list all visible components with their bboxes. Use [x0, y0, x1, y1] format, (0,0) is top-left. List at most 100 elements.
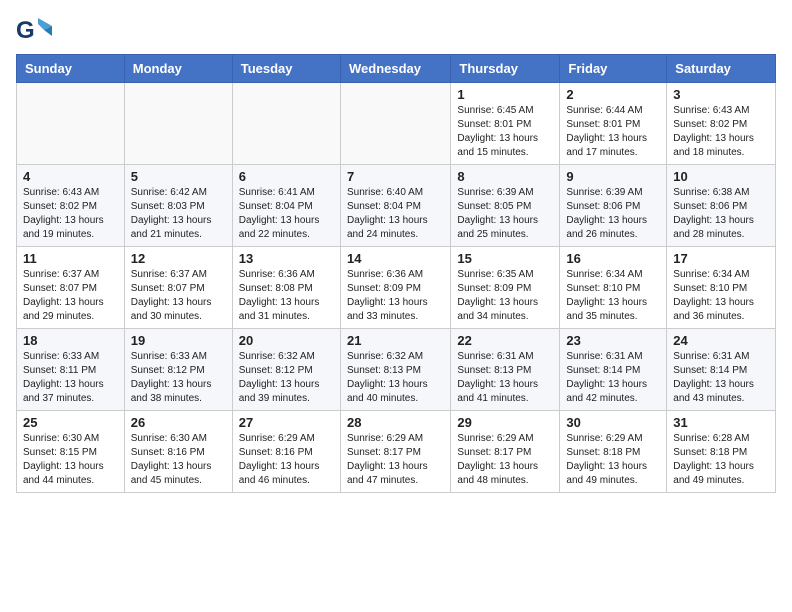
day-info: Sunrise: 6:41 AM Sunset: 8:04 PM Dayligh…: [239, 186, 334, 242]
logo-bird-icon: G: [16, 16, 52, 46]
day-info: Sunrise: 6:31 AM Sunset: 8:14 PM Dayligh…: [673, 350, 769, 406]
weekday-header-tuesday: Tuesday: [232, 55, 340, 83]
day-number: 28: [347, 415, 444, 430]
calendar-cell: [232, 83, 340, 165]
day-info: Sunrise: 6:44 AM Sunset: 8:01 PM Dayligh…: [566, 104, 660, 160]
day-number: 14: [347, 251, 444, 266]
day-info: Sunrise: 6:35 AM Sunset: 8:09 PM Dayligh…: [457, 268, 553, 324]
day-info: Sunrise: 6:34 AM Sunset: 8:10 PM Dayligh…: [566, 268, 660, 324]
calendar-cell: 3 Sunrise: 6:43 AM Sunset: 8:02 PM Daylig…: [667, 83, 776, 165]
calendar-cell: 9Sunrise: 6:39 AM Sunset: 8:06 PM Daylig…: [560, 165, 667, 247]
day-info: Sunrise: 6:39 AM Sunset: 8:06 PM Dayligh…: [566, 186, 660, 242]
weekday-header-saturday: Saturday: [667, 55, 776, 83]
day-info: Sunrise: 6:39 AM Sunset: 8:05 PM Dayligh…: [457, 186, 553, 242]
day-number: 31: [673, 415, 769, 430]
day-number: 13: [239, 251, 334, 266]
day-info: Sunrise: 6:29 AM Sunset: 8:17 PM Dayligh…: [457, 432, 553, 488]
calendar-cell: 6 Sunrise: 6:41 AM Sunset: 8:04 PM Daylig…: [232, 165, 340, 247]
calendar-cell: 22 Sunrise: 6:31 AM Sunset: 8:13 PM Dayli…: [451, 329, 560, 411]
day-info: Sunrise: 6:37 AM Sunset: 8:07 PM Dayligh…: [23, 268, 118, 324]
day-info: Sunrise: 6:43 AM Sunset: 8:02 PM Dayligh…: [23, 186, 118, 242]
day-number: 21: [347, 333, 444, 348]
week-row-4: 25Sunrise: 6:30 AM Sunset: 8:15 PM Dayli…: [17, 411, 776, 493]
day-number: 1: [457, 87, 553, 102]
calendar-cell: 12Sunrise: 6:37 AM Sunset: 8:07 PM Dayli…: [124, 247, 232, 329]
day-number: 25: [23, 415, 118, 430]
day-info: Sunrise: 6:43 AM Sunset: 8:02 PM Dayligh…: [673, 104, 769, 160]
day-number: 5: [131, 169, 226, 184]
calendar-body: 1 Sunrise: 6:45 AM Sunset: 8:01 PM Daylig…: [17, 83, 776, 493]
calendar-cell: [340, 83, 450, 165]
day-number: 7: [347, 169, 444, 184]
weekday-header-wednesday: Wednesday: [340, 55, 450, 83]
day-number: 4: [23, 169, 118, 184]
day-number: 30: [566, 415, 660, 430]
calendar-cell: [124, 83, 232, 165]
day-number: 19: [131, 333, 226, 348]
day-info: Sunrise: 6:36 AM Sunset: 8:09 PM Dayligh…: [347, 268, 444, 324]
day-number: 16: [566, 251, 660, 266]
calendar-cell: 5 Sunrise: 6:42 AM Sunset: 8:03 PM Daylig…: [124, 165, 232, 247]
calendar-cell: 26 Sunrise: 6:30 AM Sunset: 8:16 PM Dayli…: [124, 411, 232, 493]
day-info: Sunrise: 6:31 AM Sunset: 8:14 PM Dayligh…: [566, 350, 660, 406]
calendar-cell: [17, 83, 125, 165]
day-number: 23: [566, 333, 660, 348]
day-info: Sunrise: 6:28 AM Sunset: 8:18 PM Dayligh…: [673, 432, 769, 488]
day-info: Sunrise: 6:33 AM Sunset: 8:12 PM Dayligh…: [131, 350, 226, 406]
day-info: Sunrise: 6:29 AM Sunset: 8:16 PM Dayligh…: [239, 432, 334, 488]
day-number: 2: [566, 87, 660, 102]
calendar-table: SundayMondayTuesdayWednesdayThursdayFrid…: [16, 54, 776, 493]
calendar-cell: 27 Sunrise: 6:29 AM Sunset: 8:16 PM Dayli…: [232, 411, 340, 493]
calendar-cell: 14 Sunrise: 6:36 AM Sunset: 8:09 PM Dayli…: [340, 247, 450, 329]
calendar-cell: 29Sunrise: 6:29 AM Sunset: 8:17 PM Dayli…: [451, 411, 560, 493]
day-number: 3: [673, 87, 769, 102]
weekday-row: SundayMondayTuesdayWednesdayThursdayFrid…: [17, 55, 776, 83]
day-info: Sunrise: 6:40 AM Sunset: 8:04 PM Dayligh…: [347, 186, 444, 242]
header-area: G: [16, 16, 776, 46]
day-number: 27: [239, 415, 334, 430]
week-row-3: 18Sunrise: 6:33 AM Sunset: 8:11 PM Dayli…: [17, 329, 776, 411]
calendar-cell: 7 Sunrise: 6:40 AM Sunset: 8:04 PM Daylig…: [340, 165, 450, 247]
day-number: 8: [457, 169, 553, 184]
day-info: Sunrise: 6:29 AM Sunset: 8:17 PM Dayligh…: [347, 432, 444, 488]
day-info: Sunrise: 6:42 AM Sunset: 8:03 PM Dayligh…: [131, 186, 226, 242]
day-number: 17: [673, 251, 769, 266]
calendar-cell: 23 Sunrise: 6:31 AM Sunset: 8:14 PM Dayli…: [560, 329, 667, 411]
day-number: 22: [457, 333, 553, 348]
calendar-cell: 25Sunrise: 6:30 AM Sunset: 8:15 PM Dayli…: [17, 411, 125, 493]
calendar-cell: 30 Sunrise: 6:29 AM Sunset: 8:18 PM Dayli…: [560, 411, 667, 493]
calendar-cell: 20Sunrise: 6:32 AM Sunset: 8:12 PM Dayli…: [232, 329, 340, 411]
calendar-header: SundayMondayTuesdayWednesdayThursdayFrid…: [17, 55, 776, 83]
weekday-header-sunday: Sunday: [17, 55, 125, 83]
day-info: Sunrise: 6:33 AM Sunset: 8:11 PM Dayligh…: [23, 350, 118, 406]
weekday-header-thursday: Thursday: [451, 55, 560, 83]
calendar-cell: 10Sunrise: 6:38 AM Sunset: 8:06 PM Dayli…: [667, 165, 776, 247]
day-info: Sunrise: 6:31 AM Sunset: 8:13 PM Dayligh…: [457, 350, 553, 406]
weekday-header-friday: Friday: [560, 55, 667, 83]
calendar-cell: 19 Sunrise: 6:33 AM Sunset: 8:12 PM Dayli…: [124, 329, 232, 411]
weekday-header-monday: Monday: [124, 55, 232, 83]
calendar-cell: 31 Sunrise: 6:28 AM Sunset: 8:18 PM Dayli…: [667, 411, 776, 493]
day-info: Sunrise: 6:34 AM Sunset: 8:10 PM Dayligh…: [673, 268, 769, 324]
week-row-1: 4 Sunrise: 6:43 AM Sunset: 8:02 PM Daylig…: [17, 165, 776, 247]
week-row-2: 11 Sunrise: 6:37 AM Sunset: 8:07 PM Dayli…: [17, 247, 776, 329]
day-info: Sunrise: 6:45 AM Sunset: 8:01 PM Dayligh…: [457, 104, 553, 160]
day-info: Sunrise: 6:29 AM Sunset: 8:18 PM Dayligh…: [566, 432, 660, 488]
calendar-cell: 28 Sunrise: 6:29 AM Sunset: 8:17 PM Dayli…: [340, 411, 450, 493]
day-number: 11: [23, 251, 118, 266]
day-number: 15: [457, 251, 553, 266]
calendar-cell: 21 Sunrise: 6:32 AM Sunset: 8:13 PM Dayli…: [340, 329, 450, 411]
day-number: 26: [131, 415, 226, 430]
day-info: Sunrise: 6:36 AM Sunset: 8:08 PM Dayligh…: [239, 268, 334, 324]
day-info: Sunrise: 6:38 AM Sunset: 8:06 PM Dayligh…: [673, 186, 769, 242]
calendar-cell: 11 Sunrise: 6:37 AM Sunset: 8:07 PM Dayli…: [17, 247, 125, 329]
day-number: 24: [673, 333, 769, 348]
day-info: Sunrise: 6:32 AM Sunset: 8:13 PM Dayligh…: [347, 350, 444, 406]
day-info: Sunrise: 6:30 AM Sunset: 8:16 PM Dayligh…: [131, 432, 226, 488]
logo: G: [16, 16, 56, 46]
calendar-cell: 4 Sunrise: 6:43 AM Sunset: 8:02 PM Daylig…: [17, 165, 125, 247]
day-number: 6: [239, 169, 334, 184]
svg-text:G: G: [16, 17, 35, 44]
calendar-cell: 8 Sunrise: 6:39 AM Sunset: 8:05 PM Daylig…: [451, 165, 560, 247]
calendar-cell: 18Sunrise: 6:33 AM Sunset: 8:11 PM Dayli…: [17, 329, 125, 411]
